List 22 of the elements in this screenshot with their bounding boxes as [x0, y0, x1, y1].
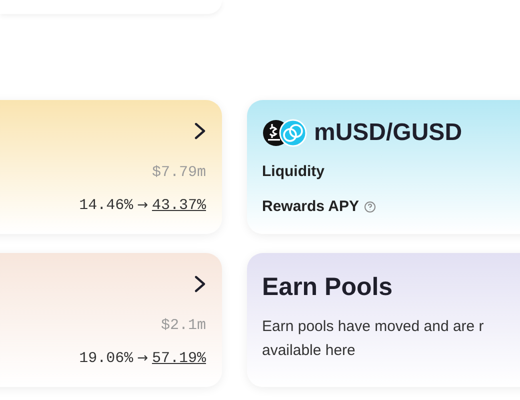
boosted-apy: 43.37%: [152, 196, 206, 216]
help-icon[interactable]: [364, 200, 376, 213]
base-apy: 14.46%: [79, 196, 134, 216]
card-title: Earn Pools: [262, 272, 394, 303]
pool-card[interactable]: $2.1m 19.06% → 57.19%: [0, 253, 222, 387]
tvl-value: $2.1m: [160, 316, 206, 336]
token-pair-icon: [262, 118, 308, 148]
stat-label: Liquidity: [262, 162, 324, 182]
card-text: Earn pools have moved and are r: [262, 316, 485, 336]
pool-card[interactable]: $7.79m 14.46% → 43.37%: [0, 100, 222, 234]
pool-title: mUSD/GUSD: [314, 118, 462, 148]
chevron-right-icon[interactable]: [194, 122, 206, 140]
info-card[interactable]: Earn Pools Earn pools have moved and are r available here: [247, 253, 520, 387]
pool-card[interactable]: mUSD/GUSD Liquidity Rewards APY: [247, 100, 520, 234]
tvl-value: $7.79m: [152, 163, 206, 183]
arrow-text: →: [137, 350, 148, 368]
card-text: available here: [262, 340, 356, 360]
stat-label: Rewards APY: [262, 196, 359, 216]
base-apy: 19.06%: [79, 348, 134, 368]
boosted-apy: 57.19%: [152, 348, 206, 368]
chevron-right-icon[interactable]: [194, 275, 206, 293]
arrow-text: →: [137, 197, 148, 215]
